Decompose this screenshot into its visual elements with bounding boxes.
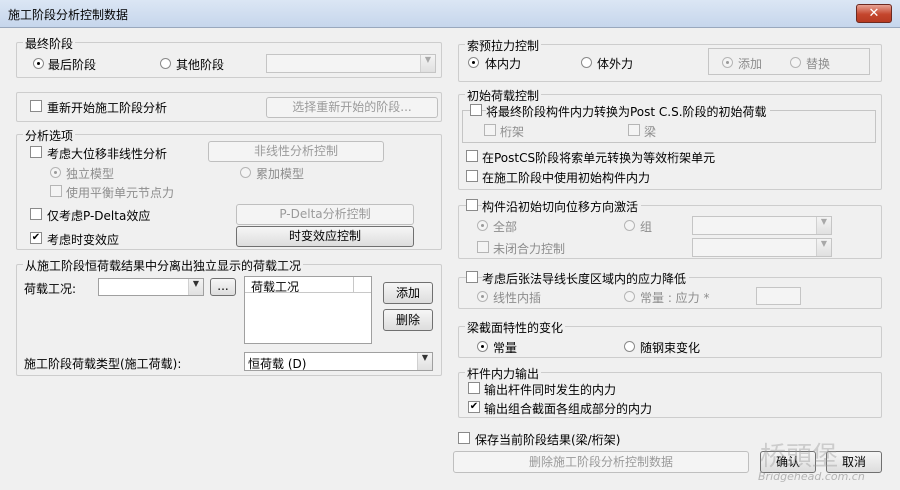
list-header-label: 荷载工况: [251, 280, 300, 294]
radio-group[interactable]: [624, 220, 635, 231]
chevron-down-icon: ▼: [816, 217, 831, 234]
final-stage-title: 最终阶段: [23, 35, 76, 52]
delete-load-case-button[interactable]: 删除: [383, 309, 433, 331]
chevron-down-icon: ▼: [188, 279, 203, 295]
column-divider: [353, 277, 354, 292]
radio-with-tendon[interactable]: [624, 341, 635, 352]
window-title: 施工阶段分析控制数据: [8, 8, 129, 22]
watermark-url: Bridgehead.com.cn: [758, 470, 865, 483]
close-button[interactable]: ✕: [856, 4, 892, 23]
radio-linear-interp[interactable]: [477, 291, 488, 302]
simultaneous-force-label: 输出杆件同时发生的内力: [484, 383, 617, 397]
label-last-stage: 最后阶段: [48, 58, 97, 72]
time-dependent-control-button[interactable]: 时变效应控制: [236, 226, 414, 247]
pdelta-label: 仅考虑P-Delta效应: [47, 209, 151, 223]
add-load-case-button[interactable]: 添加: [383, 282, 433, 304]
radio-independent-model[interactable]: [50, 167, 61, 178]
label-constant: 常量: [493, 341, 518, 355]
use-initial-force-checkbox[interactable]: [466, 170, 478, 182]
group-combo[interactable]: ▼: [692, 216, 832, 235]
label-replace: 替换: [806, 57, 831, 71]
radio-external-force[interactable]: [581, 57, 592, 68]
beam-checkbox[interactable]: [628, 124, 640, 136]
initial-load-title: 初始荷载控制: [465, 87, 542, 104]
title-bar: 施工阶段分析控制数据 ✕: [0, 0, 900, 28]
load-case-list[interactable]: 荷载工况: [244, 276, 372, 344]
delete-control-data-button[interactable]: 删除施工阶段分析控制数据: [453, 451, 749, 473]
label-independent-model: 独立模型: [66, 167, 115, 181]
watermark-logo: 桥頭堡: [760, 442, 839, 472]
simultaneous-force-checkbox[interactable]: [468, 382, 480, 394]
truss-label: 桁架: [500, 125, 525, 139]
chevron-down-icon: ▼: [417, 353, 432, 370]
use-initial-force-label: 在施工阶段中使用初始构件内力: [482, 171, 651, 185]
beam-label: 梁: [644, 125, 657, 139]
stress-reduction-checkbox[interactable]: [466, 271, 478, 283]
radio-constant-stress[interactable]: [624, 291, 635, 302]
label-constant-stress: 常量 : 应力 *: [640, 291, 710, 305]
radio-last-stage[interactable]: [33, 58, 44, 69]
chevron-down-icon: ▼: [420, 55, 435, 72]
tangent-activation-checkbox[interactable]: [466, 199, 478, 211]
unclosed-force-checkbox[interactable]: [477, 241, 489, 253]
nonlinear-control-button[interactable]: 非线性分析控制: [208, 141, 384, 162]
separate-load-title: 从施工阶段恒荷载结果中分离出独立显示的荷载工况: [23, 257, 304, 274]
load-type-value: 恒荷载 (D): [248, 357, 307, 371]
save-stage-result-checkbox[interactable]: [458, 432, 470, 444]
pdelta-checkbox[interactable]: [30, 208, 42, 220]
label-all: 全部: [493, 220, 518, 234]
stress-reduction-label: 考虑后张法导线长度区域内的应力降低: [482, 270, 690, 287]
load-case-browse-button[interactable]: ...: [210, 278, 236, 296]
radio-replace[interactable]: [790, 57, 801, 68]
load-type-combo[interactable]: 恒荷载 (D) ▼: [244, 352, 433, 371]
label-linear-interp: 线性内插: [493, 291, 542, 305]
stress-factor-input[interactable]: [756, 287, 801, 305]
truss-checkbox[interactable]: [484, 124, 496, 136]
analysis-options-title: 分析选项: [23, 127, 76, 144]
combined-section-checkbox[interactable]: ✔: [468, 401, 480, 413]
label-other-stage: 其他阶段: [176, 58, 225, 72]
section-property-title: 梁截面特性的变化: [465, 319, 566, 336]
select-restart-stage-button[interactable]: 选择重新开始的阶段...: [266, 97, 438, 118]
radio-internal-force[interactable]: [468, 57, 479, 68]
time-dependent-label: 考虑时变效应: [47, 233, 120, 247]
radio-accumulate-model[interactable]: [240, 167, 251, 178]
radio-other-stage[interactable]: [160, 58, 171, 69]
postcs-convert-checkbox[interactable]: [466, 150, 478, 162]
restart-checkbox[interactable]: [30, 100, 42, 112]
label-add: 添加: [738, 57, 763, 71]
postcs-convert-label: 在PostCS阶段将索单元转换为等效桁架单元: [482, 151, 716, 165]
label-internal-force: 体内力: [485, 57, 522, 71]
label-group: 组: [640, 220, 653, 234]
time-dependent-checkbox[interactable]: ✔: [30, 232, 42, 244]
chevron-down-icon: ▼: [816, 239, 831, 256]
large-displacement-label: 考虑大位移非线性分析: [47, 147, 168, 161]
tangent-activation-label: 构件沿初始切向位移方向激活: [482, 198, 642, 215]
load-case-label: 荷载工况:: [24, 282, 77, 296]
balance-node-force-checkbox[interactable]: [50, 185, 62, 197]
convert-final-stage-label: 将最终阶段构件内力转换为Post C.S.阶段的初始荷载: [486, 103, 770, 120]
convert-final-stage-checkbox[interactable]: [470, 104, 482, 116]
label-accumulate-model: 累加模型: [256, 167, 305, 181]
label-external-force: 体外力: [597, 57, 634, 71]
cable-pretension-title: 索预拉力控制: [465, 37, 542, 54]
large-displacement-checkbox[interactable]: [30, 146, 42, 158]
load-type-label: 施工阶段荷载类型(施工荷载):: [24, 357, 182, 371]
restart-label: 重新开始施工阶段分析: [47, 101, 168, 115]
other-stage-combo[interactable]: ▼: [266, 54, 436, 73]
save-stage-result-label: 保存当前阶段结果(梁/桁架): [475, 433, 621, 447]
list-header: 荷载工况: [245, 277, 371, 294]
radio-add[interactable]: [722, 57, 733, 68]
member-force-title: 杆件内力输出: [465, 365, 542, 382]
unclosed-force-label: 未闭合力控制: [493, 242, 566, 256]
radio-constant[interactable]: [477, 341, 488, 352]
unclosed-force-combo[interactable]: ▼: [692, 238, 832, 257]
radio-all[interactable]: [477, 220, 488, 231]
pdelta-control-button[interactable]: P-Delta分析控制: [236, 204, 414, 225]
balance-node-force-label: 使用平衡单元节点力: [66, 186, 175, 200]
label-with-tendon: 随钢束变化: [640, 341, 701, 355]
combined-section-label: 输出组合截面各组成部分的内力: [484, 402, 653, 416]
load-case-combo[interactable]: ▼: [98, 278, 204, 296]
